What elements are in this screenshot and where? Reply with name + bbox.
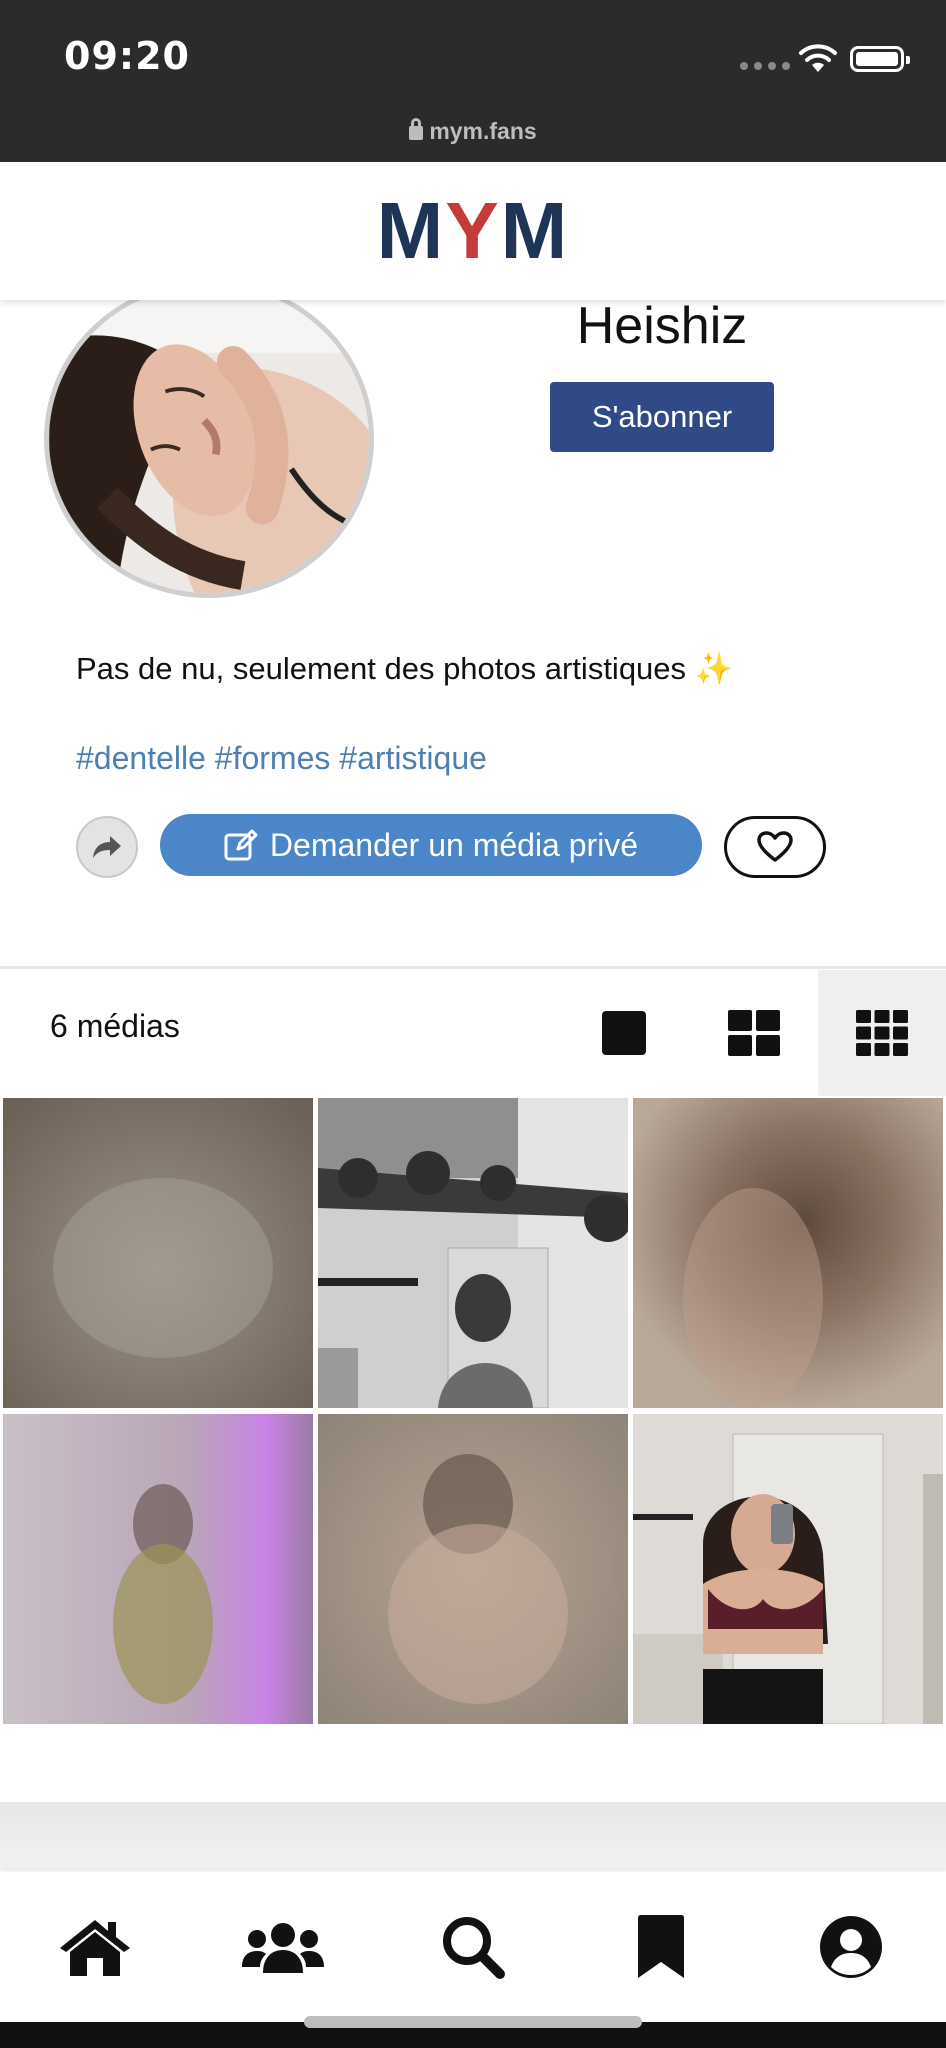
status-bar: 09:20 mym.fans bbox=[0, 0, 946, 162]
media-thumbnail bbox=[318, 1098, 628, 1408]
status-time: 09:20 bbox=[64, 34, 190, 78]
like-button[interactable] bbox=[724, 816, 826, 878]
subscribe-button[interactable]: S'abonner bbox=[550, 382, 774, 452]
media-grid bbox=[0, 1098, 946, 1724]
grid-2-icon bbox=[728, 1010, 780, 1056]
single-view-icon bbox=[602, 1011, 646, 1055]
lock-icon bbox=[409, 117, 424, 140]
grid-3-icon bbox=[856, 1010, 908, 1056]
search-icon bbox=[443, 1917, 505, 1979]
nav-community[interactable] bbox=[238, 1912, 328, 1982]
profile-icon bbox=[820, 1916, 882, 1978]
home-indicator[interactable] bbox=[304, 2016, 642, 2028]
avatar[interactable] bbox=[44, 280, 374, 598]
wifi-icon bbox=[799, 44, 837, 72]
request-private-media-label: Demander un média privé bbox=[269, 826, 639, 863]
battery-icon bbox=[850, 46, 910, 72]
media-tile[interactable] bbox=[3, 1414, 313, 1724]
heart-icon bbox=[757, 831, 793, 862]
footer-band bbox=[0, 1802, 946, 1870]
media-tile[interactable] bbox=[633, 1414, 943, 1724]
logo-letter: Y bbox=[445, 186, 501, 275]
request-private-media-button[interactable]: Demander un média privé bbox=[160, 814, 702, 876]
bottom-navigation bbox=[0, 1872, 946, 2022]
share-icon bbox=[93, 836, 121, 858]
nav-home[interactable] bbox=[50, 1912, 140, 1982]
url-bar[interactable]: mym.fans bbox=[0, 117, 946, 145]
profile-bio: Pas de nu, seulement des photos artistiq… bbox=[76, 651, 734, 686]
blurred-media-thumbnail bbox=[3, 1414, 313, 1724]
view-grid-3-button[interactable] bbox=[818, 970, 946, 1096]
edit-icon bbox=[224, 829, 258, 861]
profile-username: Heishiz bbox=[576, 297, 748, 355]
bookmark-icon bbox=[638, 1915, 684, 1978]
media-tile[interactable] bbox=[318, 1098, 628, 1408]
users-icon bbox=[242, 1923, 324, 1973]
logo-letter: M bbox=[376, 186, 446, 275]
media-tile[interactable] bbox=[633, 1098, 943, 1408]
nav-search[interactable] bbox=[428, 1912, 518, 1982]
media-thumbnail bbox=[633, 1414, 943, 1724]
blurred-media-thumbnail bbox=[3, 1098, 313, 1408]
view-single-button[interactable] bbox=[560, 970, 688, 1096]
avatar-photo bbox=[49, 285, 369, 593]
section-divider bbox=[0, 966, 946, 969]
home-icon bbox=[60, 1920, 130, 1976]
media-tile[interactable] bbox=[318, 1414, 628, 1724]
url-text: mym.fans bbox=[429, 118, 537, 144]
logo-letter: M bbox=[500, 186, 570, 275]
share-button[interactable] bbox=[76, 816, 138, 878]
view-grid-2-button[interactable] bbox=[690, 970, 818, 1096]
site-header: MYM bbox=[0, 162, 946, 300]
profile-hashtags[interactable]: #dentelle #formes #artistique bbox=[76, 740, 487, 777]
media-tile[interactable] bbox=[3, 1098, 313, 1408]
signal-icon bbox=[740, 62, 790, 70]
nav-profile[interactable] bbox=[806, 1912, 896, 1982]
media-count: 6 médias bbox=[50, 1008, 180, 1044]
mym-logo[interactable]: MYM bbox=[377, 185, 570, 277]
blurred-media-thumbnail bbox=[318, 1414, 628, 1724]
blurred-media-thumbnail bbox=[633, 1098, 943, 1408]
nav-bookmarks[interactable] bbox=[616, 1912, 706, 1982]
